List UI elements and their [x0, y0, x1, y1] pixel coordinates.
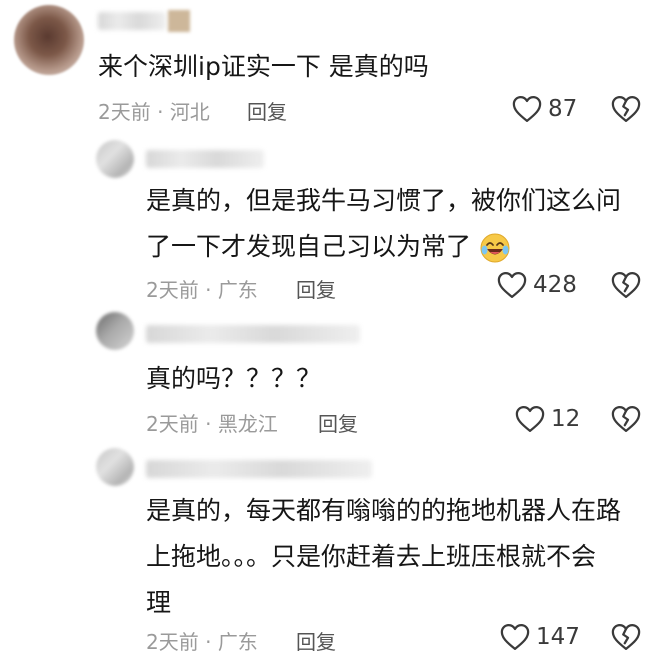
reply-button[interactable]: 回复: [296, 274, 336, 303]
reply-button[interactable]: 回复: [247, 96, 287, 125]
comment-time: 2天前: [98, 100, 151, 124]
heart-outline-icon: [512, 96, 542, 122]
comment-text: 是真的，每天都有嗡嗡的的拖地机器人在路 上拖地。。。只是你赶着去上班压根就不会 …: [146, 488, 621, 626]
like-count: 12: [551, 406, 581, 432]
comment-text-line: 理: [146, 588, 172, 617]
comment-time: 2天前: [146, 630, 199, 654]
avatar[interactable]: [96, 448, 134, 486]
meta-separator: ·: [205, 412, 212, 436]
comment-time: 2天前: [146, 412, 199, 436]
comment-meta: 2天前 · 河北: [98, 96, 210, 125]
comment-text: 来个深圳ip证实一下 是真的吗: [98, 44, 429, 90]
comment-meta: 2天前 · 黑龙江: [146, 408, 278, 437]
dislike-button[interactable]: [611, 405, 641, 437]
like-button[interactable]: 147: [500, 623, 580, 651]
meta-separator: ·: [157, 100, 164, 124]
dislike-button[interactable]: [611, 95, 641, 127]
meta-separator: ·: [205, 278, 212, 302]
comment-text-line: 了一下才发现自己习以为常了: [146, 232, 472, 261]
comment-text-line: 来个深圳ip证实一下 是真的吗: [98, 52, 429, 81]
comment-text-line-wrap: 了一下才发现自己习以为常了: [146, 224, 621, 270]
comment-text: 是真的，但是我牛马习惯了，被你们这么问 了一下才发现自己习以为常了: [146, 178, 621, 270]
avatar[interactable]: [96, 140, 134, 178]
comment-time: 2天前: [146, 278, 199, 302]
meta-separator: ·: [205, 630, 212, 654]
like-count: 428: [533, 272, 577, 298]
dislike-button[interactable]: [611, 623, 641, 655]
comment-text-line: 上拖地。。。只是你赶着去上班压根就不会: [146, 542, 597, 571]
comment-text-line: 是真的，每天都有嗡嗡的的拖地机器人在路: [146, 496, 622, 525]
broken-heart-icon: [611, 96, 641, 122]
like-button[interactable]: 428: [497, 271, 577, 299]
reply-button[interactable]: 回复: [318, 408, 358, 437]
dislike-button[interactable]: [611, 271, 641, 303]
heart-outline-icon: [497, 272, 527, 298]
like-count: 147: [536, 624, 580, 650]
username-blurred[interactable]: [98, 12, 166, 30]
comment-location: 河北: [169, 100, 210, 124]
comment-text-line: 是真的，但是我牛马习惯了，被你们这么问: [146, 186, 622, 215]
comment-text-line: 真的吗？？？？: [146, 364, 322, 393]
username-blurred[interactable]: [146, 460, 372, 478]
reply-button[interactable]: 回复: [296, 626, 336, 655]
comment-text: 真的吗？？？？: [146, 356, 321, 402]
comment-location: 黑龙江: [217, 412, 278, 436]
broken-heart-icon: [611, 624, 641, 650]
broken-heart-icon: [611, 272, 641, 298]
avatar[interactable]: [96, 312, 134, 350]
laughing-crying-emoji-icon: [480, 233, 510, 263]
comment-meta: 2天前 · 广东: [146, 274, 258, 303]
comment-location: 广东: [217, 630, 258, 654]
broken-heart-icon: [611, 406, 641, 432]
comment-meta: 2天前 · 广东: [146, 626, 258, 655]
avatar[interactable]: [14, 5, 84, 75]
heart-outline-icon: [500, 624, 530, 650]
like-count: 87: [548, 96, 578, 122]
comment-location: 广东: [217, 278, 258, 302]
like-button[interactable]: 87: [512, 95, 577, 123]
username-blurred[interactable]: [146, 150, 264, 168]
username-blurred[interactable]: [146, 325, 360, 343]
like-button[interactable]: 12: [515, 405, 580, 433]
user-badge: [168, 10, 190, 32]
heart-outline-icon: [515, 406, 545, 432]
